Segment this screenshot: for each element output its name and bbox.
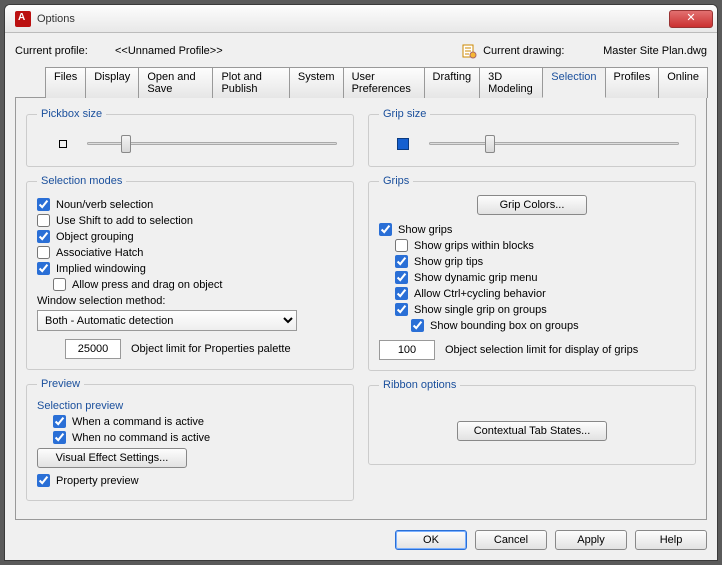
app-icon	[15, 11, 31, 27]
current-profile-label: Current profile:	[15, 45, 115, 57]
tab-profiles[interactable]: Profiles	[605, 67, 660, 98]
show-grip-tips-checkbox[interactable]: Show grip tips	[395, 255, 685, 268]
apply-button[interactable]: Apply	[555, 530, 627, 550]
grips-legend: Grips	[379, 175, 413, 187]
help-button[interactable]: Help	[635, 530, 707, 550]
pickbox-legend: Pickbox size	[37, 108, 106, 120]
grip-preview	[397, 138, 409, 150]
tab-user-preferences[interactable]: User Preferences	[343, 67, 425, 98]
show-grips-checkbox[interactable]: Show grips	[379, 223, 685, 236]
grip-colors-button[interactable]: Grip Colors...	[477, 195, 587, 215]
pickbox-size-group: Pickbox size	[26, 108, 354, 167]
show-bounding-box-checkbox[interactable]: Show bounding box on groups	[411, 319, 685, 332]
ok-button[interactable]: OK	[395, 530, 467, 550]
when-command-active-checkbox[interactable]: When a command is active	[53, 415, 343, 428]
grip-size-group: Grip size	[368, 108, 696, 167]
titlebar[interactable]: Options ✕	[5, 5, 717, 33]
grip-size-slider[interactable]	[429, 134, 679, 154]
tab-panel: Pickbox size Selection modes Noun/verb s…	[15, 97, 707, 520]
preview-legend: Preview	[37, 378, 84, 390]
current-profile-value: <<Unnamed Profile>>	[115, 45, 461, 57]
drawing-icon	[461, 43, 477, 59]
tab-open-and-save[interactable]: Open and Save	[138, 67, 213, 98]
object-limit-label: Object limit for Properties palette	[131, 343, 291, 355]
window-title: Options	[37, 13, 669, 25]
grip-object-limit-input[interactable]: 100	[379, 340, 435, 360]
pickbox-slider[interactable]	[87, 134, 337, 154]
ribbon-options-legend: Ribbon options	[379, 379, 460, 391]
cancel-button[interactable]: Cancel	[475, 530, 547, 550]
selection-preview-label: Selection preview	[37, 400, 343, 412]
noun-verb-checkbox[interactable]: Noun/verb selection	[37, 198, 343, 211]
dialog-footer: OK Cancel Apply Help	[15, 530, 707, 550]
window-selection-method-label: Window selection method:	[37, 295, 343, 307]
tab-system[interactable]: System	[289, 67, 344, 98]
selection-modes-legend: Selection modes	[37, 175, 126, 187]
show-dynamic-grip-menu-checkbox[interactable]: Show dynamic grip menu	[395, 271, 685, 284]
assoc-hatch-checkbox[interactable]: Associative Hatch	[37, 246, 343, 259]
use-shift-checkbox[interactable]: Use Shift to add to selection	[37, 214, 343, 227]
grip-object-limit-label: Object selection limit for display of gr…	[445, 344, 638, 356]
when-no-command-checkbox[interactable]: When no command is active	[53, 431, 343, 444]
visual-effect-settings-button[interactable]: Visual Effect Settings...	[37, 448, 187, 468]
allow-press-drag-checkbox[interactable]: Allow press and drag on object	[53, 278, 343, 291]
grip-size-legend: Grip size	[379, 108, 430, 120]
pickbox-preview	[59, 140, 67, 148]
tab-strip: Files Display Open and Save Plot and Pub…	[45, 67, 707, 98]
ribbon-options-group: Ribbon options Contextual Tab States...	[368, 379, 696, 465]
tab-plot-and-publish[interactable]: Plot and Publish	[212, 67, 289, 98]
current-drawing-value: Master Site Plan.dwg	[603, 45, 707, 57]
window-selection-method-select[interactable]: Both - Automatic detection	[37, 310, 297, 331]
selection-modes-group: Selection modes Noun/verb selection Use …	[26, 175, 354, 370]
tab-files[interactable]: Files	[45, 67, 86, 98]
current-drawing-label: Current drawing:	[483, 45, 603, 57]
allow-ctrl-cycling-checkbox[interactable]: Allow Ctrl+cycling behavior	[395, 287, 685, 300]
tab-selection[interactable]: Selection	[542, 67, 605, 98]
show-grips-within-blocks-checkbox[interactable]: Show grips within blocks	[395, 239, 685, 252]
tab-drafting[interactable]: Drafting	[424, 67, 481, 98]
contextual-tab-states-button[interactable]: Contextual Tab States...	[457, 421, 607, 441]
implied-windowing-checkbox[interactable]: Implied windowing	[37, 262, 343, 275]
close-button[interactable]: ✕	[669, 10, 713, 28]
grips-group: Grips Grip Colors... Show grips Show gri…	[368, 175, 696, 371]
tab-online[interactable]: Online	[658, 67, 708, 98]
tab-3d-modeling[interactable]: 3D Modeling	[479, 67, 543, 98]
object-limit-input[interactable]: 25000	[65, 339, 121, 359]
tab-display[interactable]: Display	[85, 67, 139, 98]
property-preview-checkbox[interactable]: Property preview	[37, 474, 343, 487]
preview-group: Preview Selection preview When a command…	[26, 378, 354, 501]
options-dialog: Options ✕ Current profile: <<Unnamed Pro…	[4, 4, 718, 561]
show-single-grip-groups-checkbox[interactable]: Show single grip on groups	[395, 303, 685, 316]
object-grouping-checkbox[interactable]: Object grouping	[37, 230, 343, 243]
